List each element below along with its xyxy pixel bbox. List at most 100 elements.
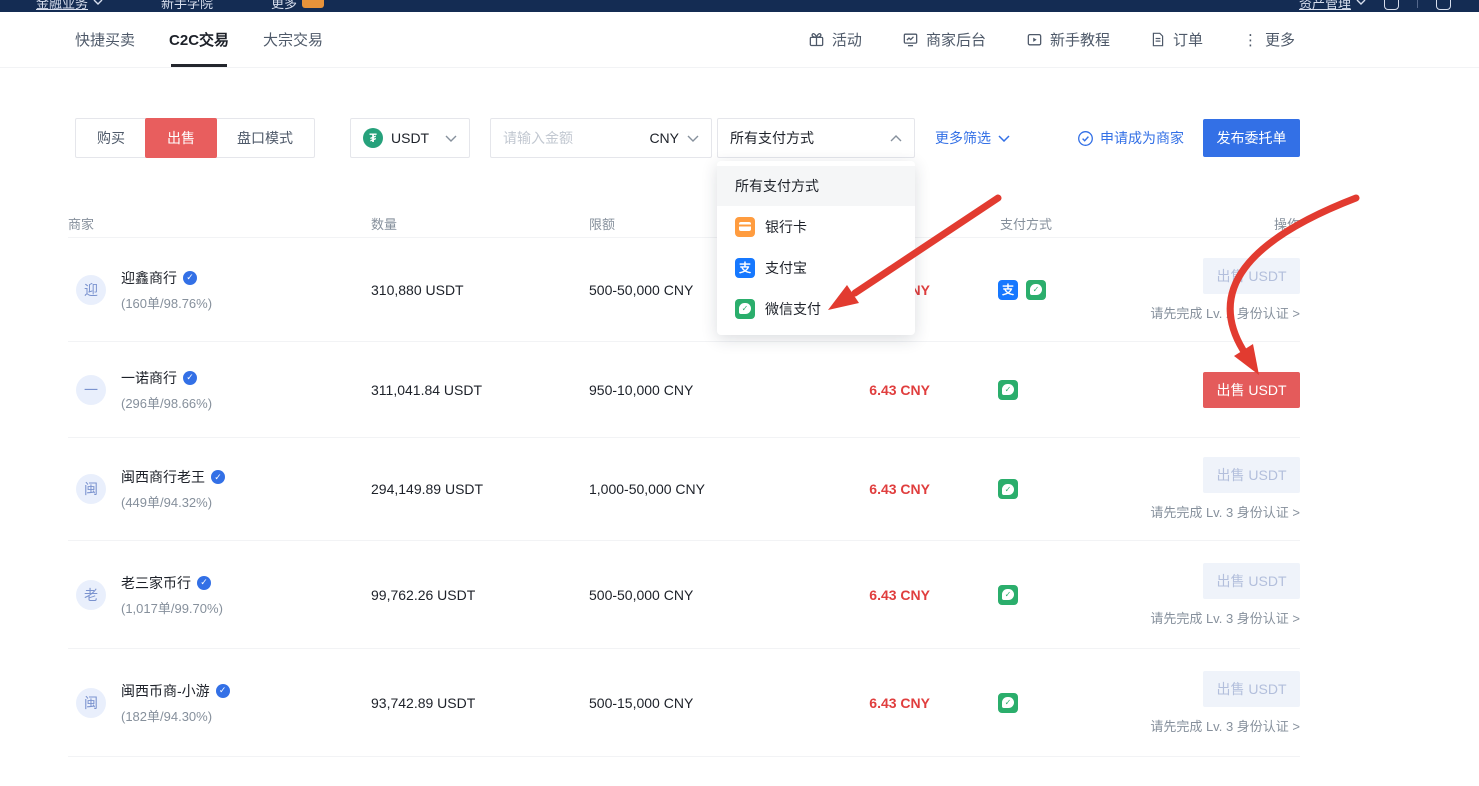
wechat-pay-icon (998, 479, 1018, 499)
verified-badge-icon (183, 371, 197, 385)
merchant-cell[interactable]: 闽 闽西币商-小游 (182单/94.30%) (76, 681, 230, 725)
table-row: 迎 迎鑫商行 (160单/98.76%) 310,880 USDT 500-50… (68, 238, 1300, 342)
merchant-cell[interactable]: 一 一诺商行 (296单/98.66%) (76, 368, 212, 412)
dropdown-item-label: 所有支付方式 (735, 176, 819, 196)
price-cell: 6.43 CNY (768, 587, 930, 603)
dropdown-item-微信支付[interactable]: 微信支付 (717, 288, 915, 329)
amount-cell: 99,762.26 USDT (371, 587, 475, 603)
tab-2[interactable]: 大宗交易 (263, 12, 323, 67)
header-merchant: 商家 (68, 214, 94, 233)
merchant-name: 闽西商行老王 (121, 467, 205, 487)
dropdown-item-支付宝[interactable]: 支支付宝 (717, 247, 915, 288)
tab-0[interactable]: 快捷买卖 (75, 12, 135, 67)
gift-icon (808, 31, 825, 48)
nav-link-label: 活动 (832, 29, 862, 50)
merchant-name: 一诺商行 (121, 368, 177, 388)
topbar-item-academy[interactable]: 新手学院 (161, 0, 213, 12)
dropdown-item-label: 支付宝 (765, 258, 807, 278)
dropdown-item-所有支付方式[interactable]: 所有支付方式 (717, 166, 915, 206)
more-dots-icon: ⋮ (1243, 31, 1258, 49)
sell-usdt-button[interactable]: 出售 USDT (1203, 563, 1300, 599)
nav-link-更多[interactable]: ⋮更多 (1243, 29, 1295, 50)
secondary-nav: 快捷买卖 C2C交易大宗交易 活动 商家后台 新手教程 订单 ⋮更多 (0, 12, 1479, 68)
topbar-item-assets[interactable]: 资产管理 (1299, 0, 1366, 12)
nav-link-活动[interactable]: 活动 (808, 29, 862, 50)
segment-盘口模式[interactable]: 盘口模式 (216, 119, 314, 157)
merchant-name: 老三家币行 (121, 573, 191, 593)
nav-link-label: 新手教程 (1050, 29, 1110, 50)
wechat-pay-icon (998, 380, 1018, 400)
nav-link-订单[interactable]: 订单 (1150, 29, 1203, 50)
post-order-button[interactable]: 发布委托单 (1203, 119, 1300, 157)
dropdown-item-label: 银行卡 (765, 217, 807, 237)
avatar: 迎 (76, 275, 106, 305)
amount-cell: 294,149.89 USDT (371, 481, 483, 497)
nav-link-新手教程[interactable]: 新手教程 (1026, 29, 1110, 50)
payment-icons-cell (998, 479, 1018, 499)
table-header: 商家 数量 限额 支付方式 操作 (68, 206, 1300, 238)
action-cell: 出售 USDT 请先完成 Lv. 3 身份认证 > (1150, 671, 1300, 735)
order-doc-icon (1150, 31, 1166, 48)
orders-icon[interactable] (1436, 0, 1451, 10)
table-row: 闽 闽西商行老王 (449单/94.32%) 294,149.89 USDT 1… (68, 438, 1300, 541)
limit-cell: 950-10,000 CNY (589, 382, 693, 398)
sell-usdt-button[interactable]: 出售 USDT (1203, 457, 1300, 493)
price-cell: 6.43 CNY (768, 382, 930, 398)
kyc-notice[interactable]: 请先完成 Lv. 3 身份认证 > (1150, 716, 1300, 735)
wechat-pay-icon (998, 693, 1018, 713)
payment-icons-cell (998, 585, 1018, 605)
avatar: 闽 (76, 474, 106, 504)
verified-badge-icon (197, 576, 211, 590)
action-cell: 出售 USDT (1203, 372, 1300, 408)
alipay-icon: 支 (735, 258, 755, 278)
merchant-stats: (182单/94.30%) (121, 706, 230, 725)
nav-links: 活动 商家后台 新手教程 订单 ⋮更多 (808, 12, 1295, 67)
alipay-icon: 支 (998, 280, 1018, 300)
amount-cell: 311,041.84 USDT (371, 382, 482, 398)
avatar: 一 (76, 375, 106, 405)
more-filters-button[interactable]: 更多筛选 (935, 118, 1010, 158)
amount-input[interactable] (503, 130, 641, 146)
payment-icons-cell (998, 693, 1018, 713)
nav-link-商家后台[interactable]: 商家后台 (902, 29, 986, 50)
merchant-name: 迎鑫商行 (121, 268, 177, 288)
limit-cell: 500-50,000 CNY (589, 282, 693, 298)
kyc-notice[interactable]: 请先完成 Lv. 3 身份认证 > (1150, 502, 1300, 521)
wechat-pay-icon (998, 585, 1018, 605)
payment-select-value: 所有支付方式 (730, 128, 814, 148)
kyc-notice[interactable]: 请先完成 Lv. 2 身份认证 > (1150, 303, 1300, 322)
buy-sell-segment: 购买出售盘口模式 (75, 118, 315, 158)
bank-card-icon (735, 217, 755, 237)
amount-filter: CNY (490, 118, 712, 158)
topbar: 金融业务 新手学院 更多 资产管理 (0, 0, 1479, 12)
sell-usdt-button[interactable]: 出售 USDT (1203, 671, 1300, 707)
coin-select[interactable]: ₮ USDT (350, 118, 470, 158)
payment-method-select[interactable]: 所有支付方式 (717, 118, 915, 158)
topbar-item-more[interactable]: 更多 (271, 0, 324, 12)
topbar-item-label: 资产管理 (1299, 0, 1351, 12)
merchant-cell[interactable]: 闽 闽西商行老王 (449单/94.32%) (76, 467, 225, 511)
chevron-down-icon (1356, 0, 1366, 5)
chevron-down-icon (687, 135, 699, 142)
new-badge (302, 0, 324, 8)
verified-badge-icon (183, 271, 197, 285)
merchant-cell[interactable]: 迎 迎鑫商行 (160单/98.76%) (76, 268, 212, 312)
merchant-stats: (160单/98.76%) (121, 293, 212, 312)
currency-select-value[interactable]: CNY (649, 130, 679, 146)
merchant-stats: (449单/94.32%) (121, 492, 225, 511)
kyc-notice[interactable]: 请先完成 Lv. 3 身份认证 > (1150, 608, 1300, 627)
sell-usdt-button[interactable]: 出售 USDT (1203, 372, 1300, 408)
sell-usdt-button[interactable]: 出售 USDT (1203, 258, 1300, 294)
merchant-cell[interactable]: 老 老三家币行 (1,017单/99.70%) (76, 573, 223, 617)
action-cell: 出售 USDT 请先完成 Lv. 2 身份认证 > (1150, 258, 1300, 322)
amount-cell: 310,880 USDT (371, 282, 464, 298)
apply-merchant-link[interactable]: 申请成为商家 (1077, 118, 1184, 158)
segment-出售[interactable]: 出售 (145, 118, 217, 158)
tab-1[interactable]: C2C交易 (169, 12, 229, 67)
coin-select-value: USDT (391, 130, 429, 146)
topbar-item-finance[interactable]: 金融业务 (36, 0, 103, 12)
segment-购买[interactable]: 购买 (76, 119, 146, 157)
dropdown-item-银行卡[interactable]: 银行卡 (717, 206, 915, 247)
user-icon[interactable] (1384, 0, 1399, 10)
avatar: 闽 (76, 688, 106, 718)
